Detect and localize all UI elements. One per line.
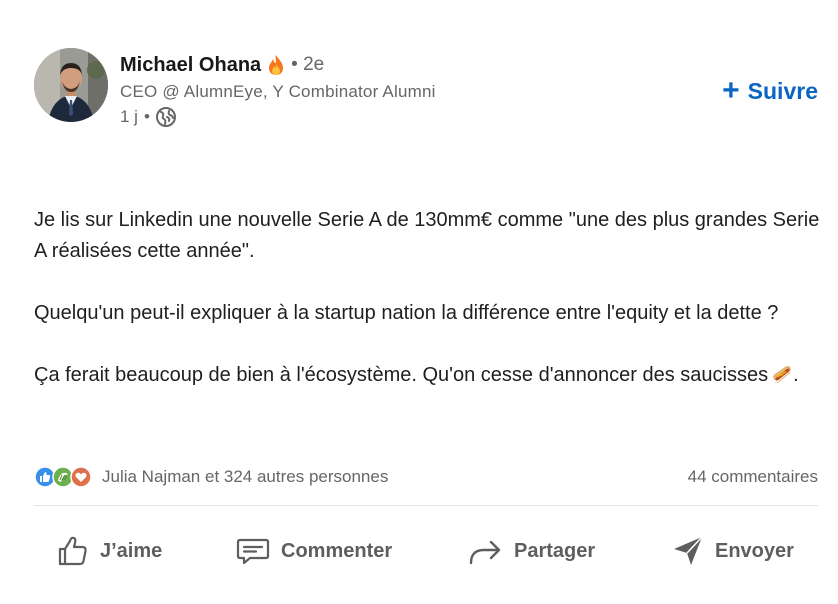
post-paragraph-1: Je lis sur Linkedin une nouvelle Serie A… [34, 209, 820, 262]
post-paragraph-3-text: Ça ferait beaucoup de bien à l'écosystèm… [34, 364, 769, 386]
love-icon [70, 466, 92, 488]
follow-button[interactable]: + Suivre [722, 76, 818, 106]
divider [34, 505, 818, 506]
post-meta: 1 j • [120, 106, 176, 128]
send-label: Envoyer [715, 539, 794, 562]
follow-label: Suivre [747, 77, 818, 104]
connection-degree: • 2e [291, 54, 325, 75]
comments-count[interactable]: 44 commentaires [688, 467, 818, 487]
reaction-icons[interactable] [34, 465, 96, 489]
post-time: 1 j [120, 107, 138, 126]
share-button[interactable]: Partager [468, 525, 595, 577]
post-action-bar: J’aime Commenter Partager Envoyer [34, 525, 818, 577]
reactions-summary[interactable]: Julia Najman et 324 autres personnes [102, 467, 388, 487]
send-button[interactable]: Envoyer [671, 525, 794, 577]
post-text: Je lis sur Linkedin une nouvelle Serie A… [34, 205, 824, 391]
comment-button[interactable]: Commenter [235, 525, 392, 577]
share-label: Partager [514, 539, 596, 562]
globe-icon [155, 107, 176, 127]
comment-label: Commenter [281, 539, 393, 562]
plus-icon: + [722, 74, 740, 107]
comment-icon [236, 538, 270, 565]
author-headline: CEO @ AlumnEye, Y Combinator Alumni [120, 82, 436, 101]
social-counts: Julia Najman et 324 autres personnes 44 … [34, 463, 818, 491]
post-paragraph-3: Ça ferait beaucoup de bien à l'écosystèm… [34, 360, 824, 391]
author-avatar[interactable] [34, 48, 108, 122]
post-paragraph-2: Quelqu'un peut-il expliquer à la startup… [34, 302, 779, 324]
thumbs-up-icon [58, 536, 87, 566]
send-icon [674, 536, 703, 565]
hotdog-icon [771, 363, 793, 383]
fire-icon [267, 54, 285, 76]
like-label: J’aime [100, 539, 163, 562]
meta-separator: • [143, 107, 150, 126]
post-paragraph-3-end: . [793, 364, 799, 386]
author-name-row: Michael Ohana • 2e [120, 53, 324, 77]
share-icon [469, 540, 501, 565]
like-button[interactable]: J’aime [56, 525, 162, 577]
author-name[interactable]: Michael Ohana [120, 54, 261, 77]
